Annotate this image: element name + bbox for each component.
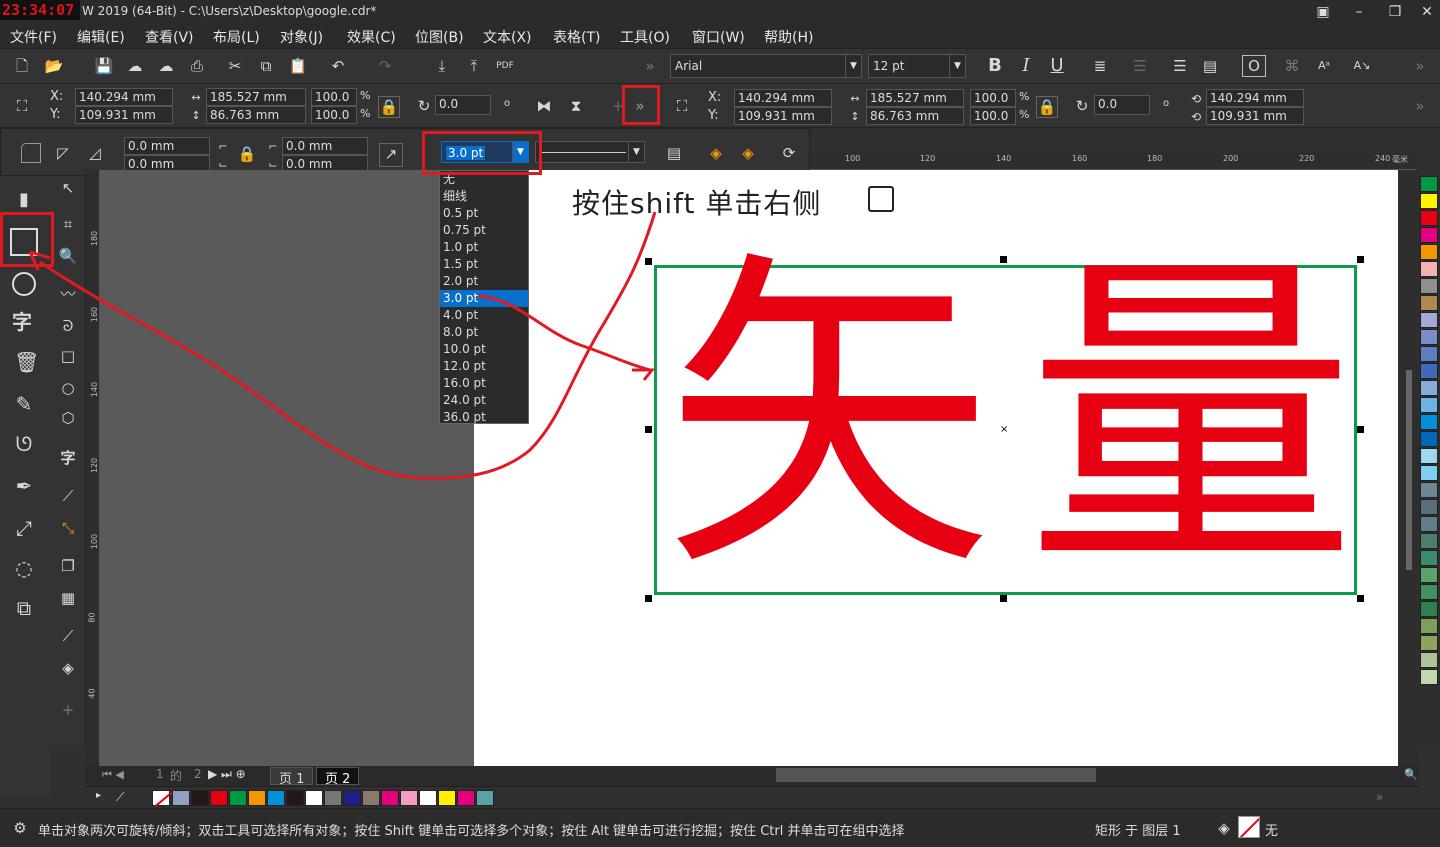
annotation-arrow-path [477,294,651,372]
annotation-arrow-path [39,211,657,480]
arrowhead-icon [632,368,656,381]
annotation-arrows [28,211,657,480]
